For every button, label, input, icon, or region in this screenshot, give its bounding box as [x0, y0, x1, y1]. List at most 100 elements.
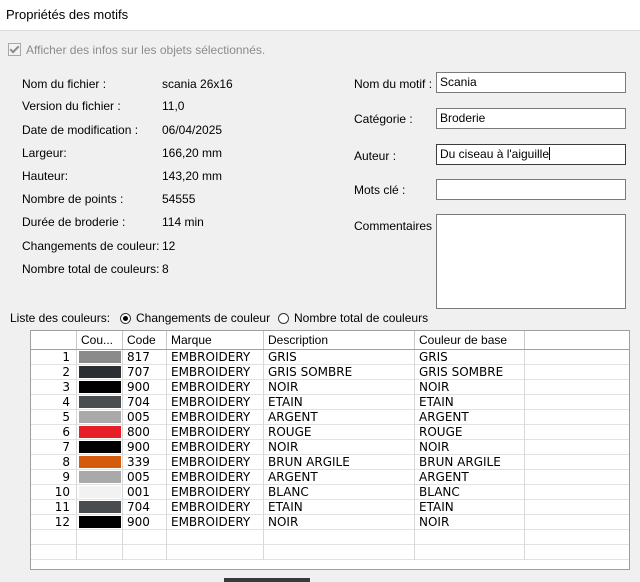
color-swatch [79, 516, 121, 528]
table-row[interactable]: 2 707 EMBROIDERY GRIS SOMBRE GRIS SOMBRE [31, 365, 629, 380]
row-description: NOIR [264, 380, 415, 395]
row-code [123, 545, 167, 560]
row-base-color: ETAIN [415, 395, 525, 410]
keywords-input[interactable] [436, 179, 626, 200]
row-color [77, 380, 123, 395]
row-filler [525, 470, 629, 485]
row-brand: EMBROIDERY [167, 395, 264, 410]
color-swatch [79, 366, 121, 378]
color-swatch [79, 501, 121, 513]
author-input[interactable]: Du ciseau à l'aiguille [436, 144, 626, 165]
height-value: 143,20 mm [162, 169, 223, 183]
row-brand: EMBROIDERY [167, 470, 264, 485]
row-number: 2 [31, 365, 77, 380]
radio-unselected-icon[interactable] [278, 313, 289, 324]
button-edge [224, 578, 310, 582]
file-version-value: 11,0 [162, 99, 185, 113]
color-table[interactable]: Cou... Code Marque Description Couleur d… [30, 330, 630, 570]
row-code [123, 530, 167, 545]
row-brand: EMBROIDERY [167, 485, 264, 500]
color-changes-label: Changements de couleur: [22, 239, 160, 253]
row-filler [525, 500, 629, 515]
row-code: 707 [123, 365, 167, 380]
radio-selected-icon[interactable] [120, 313, 131, 324]
table-row[interactable]: 4 704 EMBROIDERY ETAIN ETAIN [31, 395, 629, 410]
table-row[interactable]: 9 005 EMBROIDERY ARGENT ARGENT [31, 470, 629, 485]
embroidery-time-value: 114 min [162, 215, 204, 229]
color-swatch [79, 456, 121, 468]
row-code: 005 [123, 410, 167, 425]
row-number: 7 [31, 440, 77, 455]
table-row[interactable]: 3 900 EMBROIDERY NOIR NOIR [31, 380, 629, 395]
table-row[interactable]: 5 005 EMBROIDERY ARGENT ARGENT [31, 410, 629, 425]
table-row[interactable]: 6 800 EMBROIDERY ROUGE ROUGE [31, 425, 629, 440]
header-base-color[interactable]: Couleur de base [415, 331, 525, 349]
row-description: GRIS SOMBRE [264, 365, 415, 380]
header-brand[interactable]: Marque [167, 331, 264, 349]
table-row[interactable]: 12 900 EMBROIDERY NOIR NOIR [31, 515, 629, 530]
row-description: NOIR [264, 515, 415, 530]
row-number: 3 [31, 380, 77, 395]
row-base-color [415, 545, 525, 560]
window-title: Propriétés des motifs [6, 7, 129, 22]
row-color [77, 500, 123, 515]
color-swatch [79, 351, 121, 363]
show-info-checkbox[interactable]: Afficher des infos sur les objets sélect… [8, 43, 265, 57]
row-code: 900 [123, 440, 167, 455]
total-colors-value: 8 [162, 262, 169, 276]
row-brand [167, 545, 264, 560]
author-label: Auteur : [354, 149, 397, 163]
radio-total-colors[interactable]: Nombre total de couleurs [278, 311, 428, 325]
row-filler [525, 410, 629, 425]
embroidery-time-label: Durée de broderie : [22, 215, 126, 229]
table-row[interactable]: 1 817 EMBROIDERY GRIS GRIS [31, 350, 629, 365]
row-code: 704 [123, 500, 167, 515]
row-number [31, 545, 77, 560]
row-color [77, 410, 123, 425]
color-swatch [79, 441, 121, 453]
row-filler [525, 455, 629, 470]
row-filler [525, 380, 629, 395]
row-color [77, 395, 123, 410]
row-base-color: GRIS [415, 350, 525, 365]
row-base-color: ARGENT [415, 410, 525, 425]
row-filler [525, 350, 629, 365]
row-number: 8 [31, 455, 77, 470]
row-brand: EMBROIDERY [167, 350, 264, 365]
row-code: 900 [123, 380, 167, 395]
table-row[interactable]: 8 339 EMBROIDERY BRUN ARGILE BRUN ARGILE [31, 455, 629, 470]
radio-color-changes[interactable]: Changements de couleur [120, 311, 270, 325]
row-brand: EMBROIDERY [167, 410, 264, 425]
row-color [77, 515, 123, 530]
comments-textarea[interactable] [436, 214, 626, 309]
row-description: ARGENT [264, 410, 415, 425]
row-filler [525, 545, 629, 560]
row-description: GRIS [264, 350, 415, 365]
row-base-color: BLANC [415, 485, 525, 500]
row-filler [525, 485, 629, 500]
stitch-count-value: 54555 [162, 192, 196, 206]
row-color [77, 545, 123, 560]
row-brand: EMBROIDERY [167, 440, 264, 455]
row-base-color: ROUGE [415, 425, 525, 440]
color-swatch [79, 486, 121, 498]
motif-name-input[interactable]: Scania [436, 72, 626, 93]
table-row[interactable]: 11 704 EMBROIDERY ETAIN ETAIN [31, 500, 629, 515]
header-code[interactable]: Code [123, 331, 167, 349]
color-swatch [79, 471, 121, 483]
row-description: BLANC [264, 485, 415, 500]
row-filler [525, 425, 629, 440]
row-base-color: NOIR [415, 440, 525, 455]
header-color[interactable]: Cou... [77, 331, 123, 349]
header-description[interactable]: Description [264, 331, 415, 349]
table-row[interactable]: 7 900 EMBROIDERY NOIR NOIR [31, 440, 629, 455]
color-swatch [79, 381, 121, 393]
table-row[interactable]: 10 001 EMBROIDERY BLANC BLANC [31, 485, 629, 500]
row-number: 11 [31, 500, 77, 515]
row-brand: EMBROIDERY [167, 380, 264, 395]
category-input[interactable]: Broderie [436, 108, 626, 129]
checkbox-check-icon[interactable] [8, 43, 21, 56]
row-base-color: GRIS SOMBRE [415, 365, 525, 380]
comments-label: Commentaires : [354, 219, 439, 233]
row-number: 10 [31, 485, 77, 500]
